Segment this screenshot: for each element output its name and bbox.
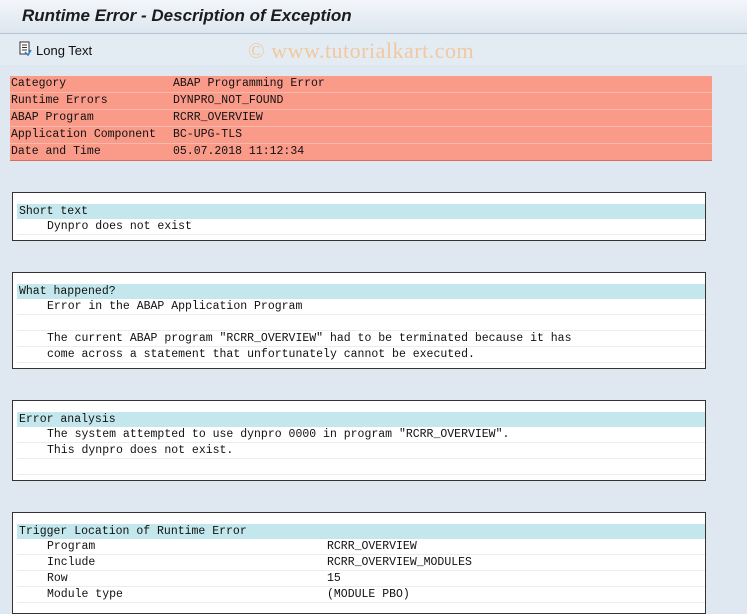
header-value: ABAP Programming Error — [173, 77, 325, 90]
trigger-row: Include RCRR_OVERVIEW_MODULES — [17, 555, 705, 571]
long-text-button[interactable]: Long Text — [18, 41, 92, 59]
header-row: Runtime Errors DYNPRO_NOT_FOUND — [10, 93, 712, 110]
section-line: Error in the ABAP Application Program — [17, 299, 705, 315]
document-icon — [18, 41, 32, 59]
header-row: Category ABAP Programming Error — [10, 76, 712, 93]
header-value: RCRR_OVERVIEW — [173, 111, 263, 124]
watermark: © www.tutorialkart.com — [248, 38, 475, 63]
error-analysis-section: Error analysis The system attempted to u… — [12, 400, 706, 481]
trigger-key: Program — [47, 540, 96, 553]
section-title: Error analysis — [17, 412, 705, 427]
header-key: Runtime Errors — [11, 94, 108, 107]
title-bar: Runtime Error - Description of Exception — [0, 0, 747, 34]
section-title: What happened? — [17, 284, 705, 299]
header-key: ABAP Program — [11, 111, 94, 124]
section-line — [17, 315, 705, 331]
window-title: Runtime Error - Description of Exception — [22, 6, 352, 25]
section-line: The system attempted to use dynpro 0000 … — [17, 427, 705, 443]
header-value: DYNPRO_NOT_FOUND — [173, 94, 284, 107]
error-header-table: Category ABAP Programming Error Runtime … — [10, 76, 712, 161]
trigger-value: RCRR_OVERVIEW — [327, 540, 417, 553]
what-happened-section: What happened? Error in the ABAP Applica… — [12, 272, 706, 369]
header-value: 05.07.2018 11:12:34 — [173, 145, 305, 158]
trigger-value: RCRR_OVERVIEW_MODULES — [327, 556, 472, 569]
section-line — [17, 459, 705, 475]
section-line: This dynpro does not exist. — [17, 443, 705, 459]
trigger-location-section: Trigger Location of Runtime Error Progra… — [12, 512, 706, 614]
long-text-label: Long Text — [36, 42, 93, 58]
section-line: Dynpro does not exist — [17, 219, 705, 235]
trigger-value: (MODULE PBO) — [327, 588, 410, 601]
trigger-value: 15 — [327, 572, 341, 585]
section-line: come across a statement that unfortunate… — [17, 347, 705, 363]
trigger-row: Program RCRR_OVERVIEW — [17, 539, 705, 555]
section-title: Trigger Location of Runtime Error — [17, 524, 705, 539]
header-value: BC-UPG-TLS — [173, 128, 243, 141]
header-key: Application Component — [11, 128, 156, 141]
short-text-section: Short text Dynpro does not exist — [12, 192, 706, 241]
trigger-key: Include — [47, 556, 96, 569]
section-line: The current ABAP program "RCRR_OVERVIEW"… — [17, 331, 705, 347]
header-row: Date and Time 05.07.2018 11:12:34 — [10, 144, 712, 160]
header-row: Application Component BC-UPG-TLS — [10, 127, 712, 144]
trigger-key: Module type — [47, 588, 123, 601]
section-title: Short text — [17, 204, 705, 219]
header-key: Date and Time — [11, 145, 101, 158]
header-key: Category — [11, 77, 67, 90]
header-row: ABAP Program RCRR_OVERVIEW — [10, 110, 712, 127]
trigger-key: Row — [47, 572, 68, 585]
trigger-row: Row 15 — [17, 571, 705, 587]
